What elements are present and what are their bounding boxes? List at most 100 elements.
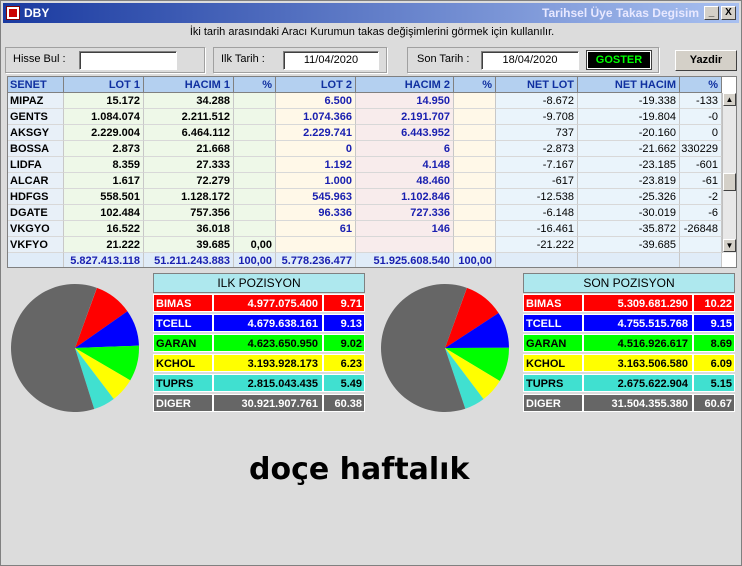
cell-net-hacim: -30.019	[578, 205, 680, 221]
hisse-search-input[interactable]	[79, 51, 177, 70]
pozisyon-row: TCELL 4.679.638.161 9.13	[153, 313, 365, 333]
table-row[interactable]: HDFGS 558.501 1.128.172 545.963 1.102.846 -12…	[8, 189, 729, 205]
son-tarih-label: Son Tarih :	[417, 53, 470, 65]
table-row[interactable]: LIDFA 8.359 27.333 1.192 4.148 -7.167 -23.185-…	[8, 157, 729, 173]
pozisyon-pct: 60.38	[323, 394, 365, 412]
table-row[interactable]: VKFYO 21.222 39.685 0,00 -21.222 -39.685	[8, 237, 729, 253]
cell-net-hacim: -35.872	[578, 221, 680, 237]
col-pct1[interactable]: %	[234, 77, 276, 93]
table-row[interactable]: AKSGY 2.229.004 6.464.112 2.229.741 6.443.95…	[8, 125, 729, 141]
col-hacim2[interactable]: HACIM 2	[356, 77, 454, 93]
cell-pct-net: -0	[680, 109, 722, 125]
yazdir-button[interactable]: Yazdir	[675, 50, 737, 71]
total-hacim1: 51.211.243.883	[144, 253, 234, 267]
hisse-label: Hisse Bul :	[13, 53, 66, 65]
pozisyon-pct: 6.23	[323, 354, 365, 372]
cell-hacim1: 6.464.112	[144, 125, 234, 141]
son-pozisyon-title: SON POZISYON	[523, 273, 735, 293]
cell-net-hacim: -39.685	[578, 237, 680, 253]
pozisyon-pct: 60.67	[693, 394, 735, 412]
col-pct-net[interactable]: %	[680, 77, 722, 93]
col-pct2[interactable]: %	[454, 77, 496, 93]
cell-lot1: 2.873	[64, 141, 144, 157]
cell-net-lot: -21.222	[496, 237, 578, 253]
pozisyon-value: 4.623.650.950	[213, 334, 323, 352]
cell-hacim1: 72.279	[144, 173, 234, 189]
table-scrollbar[interactable]: ▲ ▼	[722, 93, 736, 253]
cell-net-hacim: -21.662	[578, 141, 680, 157]
scroll-thumb[interactable]	[723, 173, 736, 191]
cell-pct1	[234, 189, 276, 205]
minimize-button[interactable]: _	[704, 6, 719, 20]
cell-pct2	[454, 205, 496, 221]
cell-pct2	[454, 125, 496, 141]
cell-net-hacim: -20.160	[578, 125, 680, 141]
col-net-hacim[interactable]: NET HACIM	[578, 77, 680, 93]
table-row[interactable]: DGATE 102.484 757.356 96.336 727.336 -6.148 -3…	[8, 205, 729, 221]
pozisyon-value: 4.679.638.161	[213, 314, 323, 332]
table-row[interactable]: MIPAZ 15.172 34.288 6.500 14.950 -8.672 -19.33…	[8, 93, 729, 109]
total-net-hacim	[578, 253, 680, 267]
cell-pct-net	[680, 237, 722, 253]
table-row[interactable]: GENTS 1.084.074 2.211.512 1.074.366 2.191.70…	[8, 109, 729, 125]
main-window: DBY Tarihsel Üye Takas Degisim _ X İki t…	[0, 0, 742, 566]
pozisyon-name: GARAN	[153, 334, 213, 352]
cell-hacim1: 1.128.172	[144, 189, 234, 205]
pozisyon-name: TCELL	[523, 314, 583, 332]
pozisyon-value: 31.504.355.380	[583, 394, 693, 412]
pozisyon-row: GARAN 4.623.650.950 9.02	[153, 333, 365, 353]
cell-pct2	[454, 93, 496, 109]
pozisyon-row: TUPRS 2.675.622.904 5.15	[523, 373, 735, 393]
pozisyon-name: KCHOL	[523, 354, 583, 372]
cell-senet: MIPAZ	[8, 93, 64, 109]
info-text: İki tarih arasındaki Aracı Kurumun takas…	[189, 26, 555, 38]
total-net-lot	[496, 253, 578, 267]
pozisyon-row: DIGER 30.921.907.761 60.38	[153, 393, 365, 413]
table-row[interactable]: VKGYO 16.522 36.018 61 146 -16.461 -35.872 -268…	[8, 221, 729, 237]
cell-lot1: 16.522	[64, 221, 144, 237]
scroll-up-button[interactable]: ▲	[723, 93, 736, 106]
total-hacim2: 51.925.608.540	[356, 253, 454, 267]
table-row[interactable]: ALCAR 1.617 72.279 1.000 48.460 -617 -23.819 -6…	[8, 173, 729, 189]
table-row[interactable]: BOSSA 2.873 21.668 0 6 -2.873 -21.662 330229	[8, 141, 729, 157]
pozisyon-name: DIGER	[153, 394, 213, 412]
cell-pct1	[234, 173, 276, 189]
cell-lot2: 0	[276, 141, 356, 157]
pozisyon-pct: 5.15	[693, 374, 735, 392]
cell-net-hacim: -25.326	[578, 189, 680, 205]
total-lot2: 5.778.236.477	[276, 253, 356, 267]
scroll-down-button[interactable]: ▼	[723, 239, 736, 252]
col-net-lot[interactable]: NET LOT	[496, 77, 578, 93]
pozisyon-row: KCHOL 3.163.506.580 6.09	[523, 353, 735, 373]
cell-net-lot: -6.148	[496, 205, 578, 221]
ilk-tarih-field[interactable]: 11/04/2020	[283, 51, 379, 70]
pozisyon-pct: 9.13	[323, 314, 365, 332]
col-hacim1[interactable]: HACIM 1	[144, 77, 234, 93]
cell-pct1	[234, 221, 276, 237]
cell-pct1	[234, 141, 276, 157]
cell-hacim2: 4.148	[356, 157, 454, 173]
son-tarih-field[interactable]: 18/04/2020	[481, 51, 579, 70]
col-lot2[interactable]: LOT 2	[276, 77, 356, 93]
takas-table: SENET LOT 1 HACIM 1 % LOT 2 HACIM 2 % NE…	[7, 76, 737, 268]
cell-hacim2: 14.950	[356, 93, 454, 109]
cell-senet: DGATE	[8, 205, 64, 221]
ilk-tarih-label: Ilk Tarih :	[221, 53, 265, 65]
cell-net-lot: 737	[496, 125, 578, 141]
cell-lot2	[276, 237, 356, 253]
pozisyon-name: TCELL	[153, 314, 213, 332]
pozisyon-value: 3.163.506.580	[583, 354, 693, 372]
ilk-pozisyon-title: ILK POZISYON	[153, 273, 365, 293]
cell-hacim2: 6	[356, 141, 454, 157]
cell-lot1: 15.172	[64, 93, 144, 109]
ilk-pie-chart	[11, 284, 139, 412]
goster-button[interactable]: GOSTER	[586, 50, 652, 70]
col-senet[interactable]: SENET	[8, 77, 64, 93]
cell-hacim1: 757.356	[144, 205, 234, 221]
son-pozisyon-table: SON POZISYON BIMAS 5.309.681.290 10.22 TCEL…	[523, 273, 735, 413]
window-title: DBY	[24, 6, 50, 20]
col-lot1[interactable]: LOT 1	[64, 77, 144, 93]
close-button[interactable]: X	[721, 6, 736, 20]
pozisyon-row: KCHOL 3.193.928.173 6.23	[153, 353, 365, 373]
pozisyon-value: 4.977.075.400	[213, 294, 323, 312]
